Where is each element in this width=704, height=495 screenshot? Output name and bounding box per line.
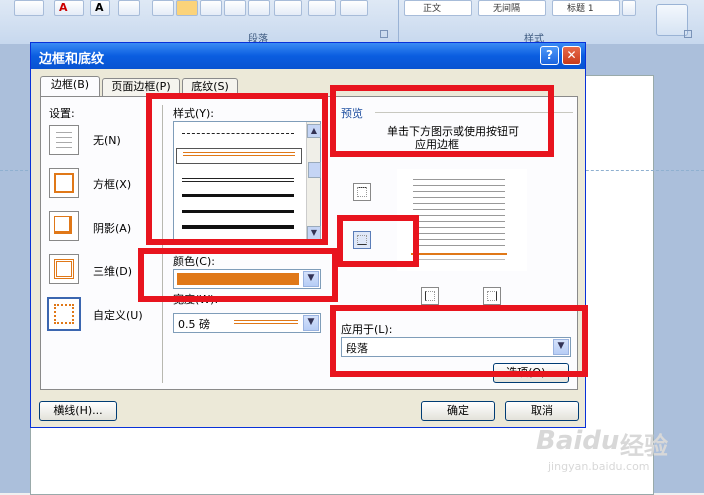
setting-3d-label[interactable]: 三维(D) <box>93 263 132 279</box>
dialog-title-bar[interactable]: 边框和底纹 ? ✕ <box>31 43 585 69</box>
preview-text-line-after <box>413 259 505 260</box>
chevron-down-icon[interactable]: ▼ <box>303 315 319 331</box>
setting-custom-icon[interactable] <box>47 297 81 331</box>
setting-3d-icon[interactable] <box>49 254 79 284</box>
cancel-button[interactable]: 取消 <box>505 401 579 421</box>
watermark-text: 经验 <box>620 432 668 460</box>
setting-shadow-label[interactable]: 阴影(A) <box>93 220 131 236</box>
distribute-button[interactable] <box>248 0 270 16</box>
paragraph-dialog-launcher[interactable] <box>380 30 388 38</box>
watermark-brand: Baidu <box>536 426 620 456</box>
width-line-sample <box>234 320 298 324</box>
highlight-apply-to-box <box>330 305 588 377</box>
style-heading-1[interactable]: 标题 1 <box>552 0 620 16</box>
close-button[interactable]: ✕ <box>562 46 581 65</box>
dialog-title: 边框和底纹 <box>39 52 105 67</box>
horizontal-line-button[interactable]: 横线(H)... <box>39 401 117 421</box>
tab-borders[interactable]: 边框(B) <box>40 76 100 97</box>
highlight-color-box <box>138 248 338 302</box>
width-value: 0.5 磅 <box>178 318 210 331</box>
group-divider <box>398 0 399 44</box>
watermark-url: jingyan.baidu.com <box>548 460 650 473</box>
preview-text-lines <box>413 177 505 247</box>
right-border-button[interactable] <box>483 287 501 305</box>
align-left-button[interactable] <box>152 0 174 16</box>
align-right-button[interactable] <box>200 0 222 16</box>
settings-label: 设置: <box>49 107 75 120</box>
setting-custom-label[interactable]: 自定义(U) <box>93 307 143 323</box>
preview-bottom-border <box>411 253 507 255</box>
highlight-bottom-border-box <box>337 215 419 267</box>
shading-button[interactable] <box>308 0 336 16</box>
setting-shadow-icon[interactable] <box>49 211 79 241</box>
left-border-button[interactable] <box>421 287 439 305</box>
ribbon: A A 段落 正文 无间隔 标题 1 样式 <box>0 0 704 45</box>
setting-box-label[interactable]: 方框(X) <box>93 176 131 192</box>
align-center-button[interactable] <box>176 0 198 16</box>
enclose-char-button[interactable] <box>118 0 140 16</box>
style-gallery-scroll[interactable] <box>622 0 636 16</box>
width-dropdown[interactable]: 0.5 磅 ▼ <box>173 313 321 333</box>
help-button[interactable]: ? <box>540 46 559 65</box>
top-border-button[interactable] <box>353 183 371 201</box>
setting-none-label[interactable]: 无(N) <box>93 132 121 148</box>
ok-button[interactable]: 确定 <box>421 401 495 421</box>
char-shading-button[interactable]: A <box>90 0 110 16</box>
setting-none-icon[interactable] <box>49 125 79 155</box>
border-button[interactable] <box>340 0 368 16</box>
style-normal[interactable]: 正文 <box>404 0 472 16</box>
setting-box-icon[interactable] <box>49 168 79 198</box>
line-spacing-button[interactable] <box>274 0 302 16</box>
highlight-color-button[interactable] <box>14 0 44 16</box>
highlight-style-box <box>146 93 328 245</box>
styles-dialog-launcher[interactable] <box>684 30 692 38</box>
style-no-spacing[interactable]: 无间隔 <box>478 0 546 16</box>
highlight-preview-hint-box <box>330 85 554 157</box>
justify-button[interactable] <box>224 0 246 16</box>
font-color-button[interactable]: A <box>54 0 84 16</box>
